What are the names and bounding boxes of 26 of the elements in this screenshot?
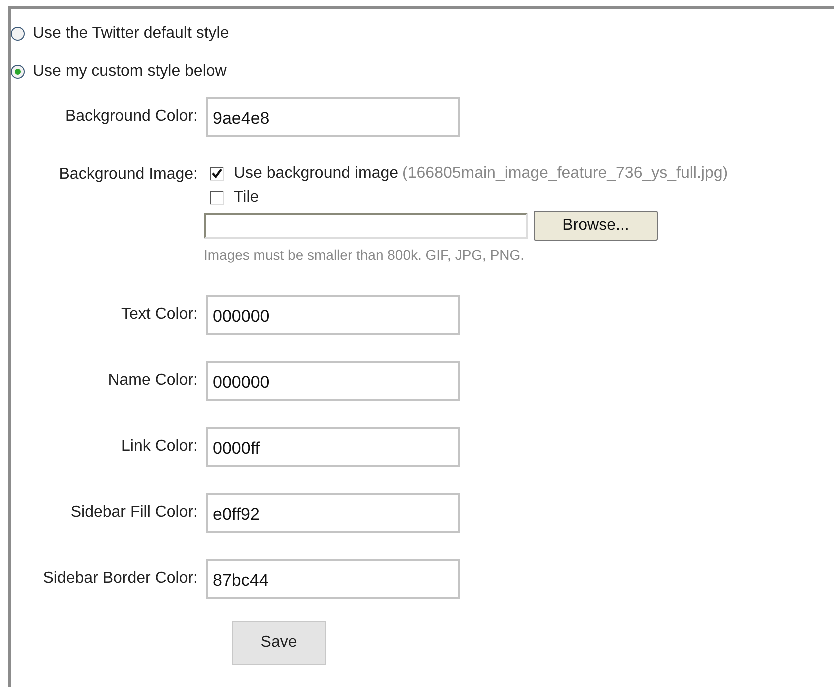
input-field[interactable]: 87bc44: [206, 559, 460, 599]
input-field[interactable]: 000000: [206, 295, 460, 335]
input-field[interactable]: 9ae4e8: [206, 97, 460, 137]
browse-button[interactable]: Browse...: [534, 211, 658, 241]
radio-label: Use the Twitter default style: [33, 25, 230, 43]
field-label: Sidebar Border Color:: [42, 570, 198, 588]
field-label: Background Color:: [64, 108, 198, 126]
input-field[interactable]: e0ff92: [206, 493, 460, 533]
input-field[interactable]: 000000: [206, 361, 460, 401]
checkbox[interactable]: [210, 167, 224, 181]
save-button[interactable]: Save: [232, 621, 326, 665]
checkbox[interactable]: [210, 191, 224, 205]
file-name: (166805main_image_feature_736_ys_full.jpg): [402, 165, 728, 183]
input-field[interactable]: 0000ff: [206, 427, 460, 467]
radio-button[interactable]: [11, 65, 25, 79]
field-label: Name Color:: [107, 372, 198, 390]
checkbox-label: Use background image: [234, 165, 399, 183]
radio-label: Use my custom style below: [33, 63, 227, 81]
field-label: Background Image:: [58, 165, 198, 184]
hint-text: Images must be smaller than 800k. GIF, JPG, PNG.: [204, 247, 526, 263]
checkbox-label: Tile: [234, 189, 260, 207]
field-label: Sidebar Fill Color:: [70, 504, 198, 522]
radio-button[interactable]: [11, 27, 25, 41]
field-label: Text Color:: [120, 306, 198, 324]
field-label: Link Color:: [120, 438, 198, 456]
file-field[interactable]: [204, 213, 528, 239]
